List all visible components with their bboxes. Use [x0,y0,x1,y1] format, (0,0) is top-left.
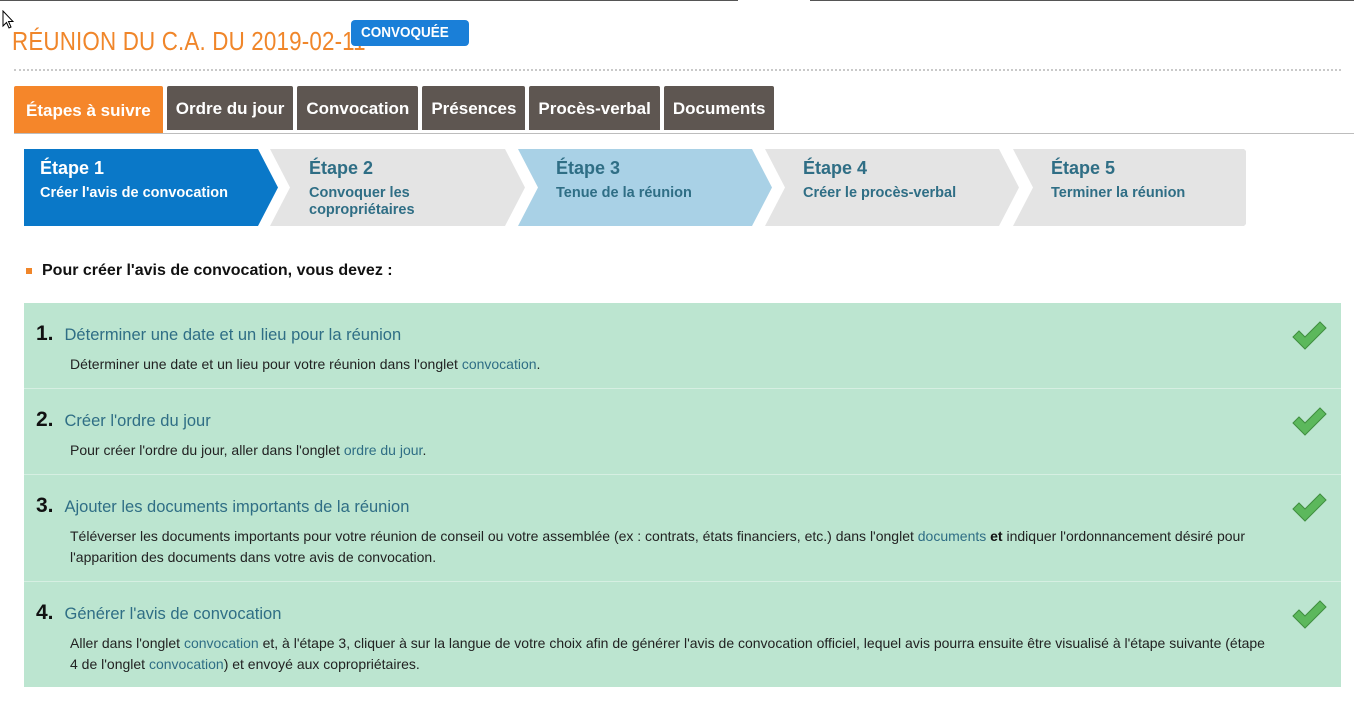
tab-presences[interactable]: Présences [422,86,526,130]
convocation-link[interactable]: convocation [149,656,224,672]
step-5[interactable]: Étape 5 Terminer la réunion [1013,149,1246,226]
task-title[interactable]: Déterminer une date et un lieu pour la r… [65,326,402,345]
tab-convocation[interactable]: Convocation [297,86,419,130]
task-number: 3. [36,494,54,517]
bullet-icon [26,268,32,274]
step-5-number: Étape 5 [1051,158,1116,178]
step-5-label: Terminer la réunion [1051,185,1186,201]
page-title: RÉUNION DU C.A. DU 2019-02-11 [12,26,366,56]
step-3[interactable]: Étape 3 Tenue de la réunion [518,149,772,226]
task-item: 3. Ajouter les documents importants de l… [24,475,1341,582]
step-2-number: Étape 2 [309,158,374,178]
checkmark-icon [1292,493,1327,522]
step-4[interactable]: Étape 4 Créer le procès-verbal [765,149,1019,226]
task-description: Pour créer l'ordre du jour, aller dans l… [70,442,427,458]
title-divider [14,69,1341,71]
step-3-number: Étape 3 [556,158,621,178]
task-title[interactable]: Ajouter les documents importants de la r… [65,498,410,517]
tabs-divider [14,133,1354,134]
step-4-label: Créer le procès-verbal [803,185,957,201]
instructions-heading: Pour créer l'avis de convocation, vous d… [26,262,393,280]
step-2-label: Convoquer les copropriétaires [309,185,415,218]
task-description: Déterminer une date et un lieu pour votr… [70,356,541,372]
task-number: 2. [36,408,54,431]
checkmark-icon [1292,321,1327,350]
step-1-label: Créer l'avis de convocation [40,185,228,201]
step-3-label: Tenue de la réunion [556,185,692,201]
tab-documents[interactable]: Documents [663,86,775,130]
task-number: 1. [36,322,54,345]
convocation-link[interactable]: convocation [184,635,259,651]
task-description: Aller dans l'onglet convocation et, à l'… [70,635,1265,672]
task-title[interactable]: Créer l'ordre du jour [65,412,211,431]
task-number: 4. [36,601,54,624]
task-item: 2. Créer l'ordre du jour Pour créer l'or… [24,389,1341,475]
task-item: 1. Déterminer une date et un lieu pour l… [24,303,1341,389]
task-description: Téléverser les documents importants pour… [70,528,1245,565]
window-top-border [0,0,1354,2]
tab-etapes-a-suivre[interactable]: Étapes à suivre [14,86,163,133]
ordre-du-jour-link[interactable]: ordre du jour [344,442,423,458]
tab-ordre-du-jour[interactable]: Ordre du jour [166,86,294,130]
documents-link[interactable]: documents [918,528,986,544]
step-progress-bar: Étape 1 Créer l'avis de convocation Étap… [24,149,1246,226]
tab-proces-verbal[interactable]: Procès-verbal [529,86,660,130]
task-item: 4. Générer l'avis de convocation Aller d… [24,582,1341,687]
task-list: 1. Déterminer une date et un lieu pour l… [24,303,1341,687]
step-1-number: Étape 1 [40,158,105,178]
step-1[interactable]: Étape 1 Créer l'avis de convocation [24,149,278,226]
title-row: RÉUNION DU C.A. DU 2019-02-11 CONVOQUÉE [12,20,469,66]
checkmark-icon [1292,600,1327,629]
task-title[interactable]: Générer l'avis de convocation [65,605,282,624]
step-2[interactable]: Étape 2 Convoquer les copropriétaires [270,149,525,226]
status-badge: CONVOQUÉE [351,20,469,46]
step-4-number: Étape 4 [803,158,868,178]
tab-bar: Étapes à suivre Ordre du jour Convocatio… [14,86,775,133]
instructions-heading-text: Pour créer l'avis de convocation, vous d… [42,262,393,279]
convocation-link[interactable]: convocation [462,356,537,372]
checkmark-icon [1292,407,1327,436]
